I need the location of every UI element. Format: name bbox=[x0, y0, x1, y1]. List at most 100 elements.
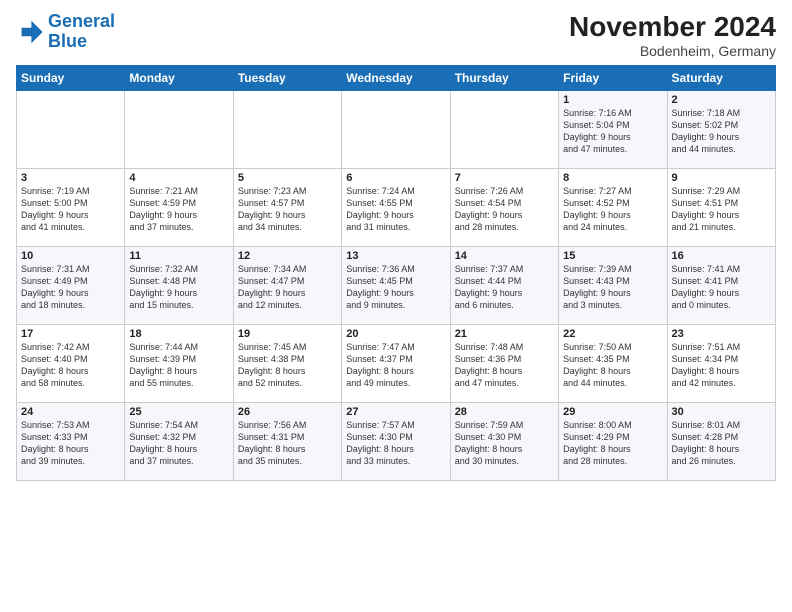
day-number: 16 bbox=[672, 250, 771, 262]
day-info: Sunrise: 7:59 AMSunset: 4:30 PMDaylight:… bbox=[455, 419, 554, 468]
calendar-cell bbox=[233, 90, 341, 168]
calendar-cell: 17Sunrise: 7:42 AMSunset: 4:40 PMDayligh… bbox=[17, 324, 125, 402]
weekday-header-sunday: Sunday bbox=[17, 65, 125, 90]
day-info: Sunrise: 7:24 AMSunset: 4:55 PMDaylight:… bbox=[346, 185, 445, 234]
day-number: 21 bbox=[455, 328, 554, 340]
day-info: Sunrise: 7:26 AMSunset: 4:54 PMDaylight:… bbox=[455, 185, 554, 234]
day-info: Sunrise: 7:54 AMSunset: 4:32 PMDaylight:… bbox=[129, 419, 228, 468]
calendar-cell bbox=[125, 90, 233, 168]
location: Bodenheim, Germany bbox=[569, 43, 776, 59]
day-number: 23 bbox=[672, 328, 771, 340]
calendar-cell: 3Sunrise: 7:19 AMSunset: 5:00 PMDaylight… bbox=[17, 168, 125, 246]
week-row-0: 1Sunrise: 7:16 AMSunset: 5:04 PMDaylight… bbox=[17, 90, 776, 168]
day-info: Sunrise: 7:19 AMSunset: 5:00 PMDaylight:… bbox=[21, 185, 120, 234]
day-number: 24 bbox=[21, 406, 120, 418]
day-info: Sunrise: 7:48 AMSunset: 4:36 PMDaylight:… bbox=[455, 341, 554, 390]
day-number: 11 bbox=[129, 250, 228, 262]
day-number: 6 bbox=[346, 172, 445, 184]
day-number: 1 bbox=[563, 94, 662, 106]
day-number: 17 bbox=[21, 328, 120, 340]
calendar-cell: 9Sunrise: 7:29 AMSunset: 4:51 PMDaylight… bbox=[667, 168, 775, 246]
calendar-cell: 4Sunrise: 7:21 AMSunset: 4:59 PMDaylight… bbox=[125, 168, 233, 246]
calendar-cell: 26Sunrise: 7:56 AMSunset: 4:31 PMDayligh… bbox=[233, 402, 341, 480]
calendar-cell: 22Sunrise: 7:50 AMSunset: 4:35 PMDayligh… bbox=[559, 324, 667, 402]
calendar-cell: 10Sunrise: 7:31 AMSunset: 4:49 PMDayligh… bbox=[17, 246, 125, 324]
calendar-cell: 16Sunrise: 7:41 AMSunset: 4:41 PMDayligh… bbox=[667, 246, 775, 324]
calendar-cell: 27Sunrise: 7:57 AMSunset: 4:30 PMDayligh… bbox=[342, 402, 450, 480]
day-number: 14 bbox=[455, 250, 554, 262]
day-info: Sunrise: 7:53 AMSunset: 4:33 PMDaylight:… bbox=[21, 419, 120, 468]
day-info: Sunrise: 7:16 AMSunset: 5:04 PMDaylight:… bbox=[563, 107, 662, 156]
calendar-cell: 8Sunrise: 7:27 AMSunset: 4:52 PMDaylight… bbox=[559, 168, 667, 246]
page: General Blue November 2024 Bodenheim, Ge… bbox=[0, 0, 792, 489]
day-number: 19 bbox=[238, 328, 337, 340]
weekday-header-saturday: Saturday bbox=[667, 65, 775, 90]
day-info: Sunrise: 7:41 AMSunset: 4:41 PMDaylight:… bbox=[672, 263, 771, 312]
day-info: Sunrise: 7:36 AMSunset: 4:45 PMDaylight:… bbox=[346, 263, 445, 312]
logo-line1: General bbox=[48, 11, 115, 31]
day-number: 26 bbox=[238, 406, 337, 418]
day-info: Sunrise: 7:27 AMSunset: 4:52 PMDaylight:… bbox=[563, 185, 662, 234]
day-info: Sunrise: 7:56 AMSunset: 4:31 PMDaylight:… bbox=[238, 419, 337, 468]
day-number: 28 bbox=[455, 406, 554, 418]
day-number: 4 bbox=[129, 172, 228, 184]
day-info: Sunrise: 7:21 AMSunset: 4:59 PMDaylight:… bbox=[129, 185, 228, 234]
calendar-cell bbox=[450, 90, 558, 168]
weekday-header-thursday: Thursday bbox=[450, 65, 558, 90]
week-row-1: 3Sunrise: 7:19 AMSunset: 5:00 PMDaylight… bbox=[17, 168, 776, 246]
calendar-table: SundayMondayTuesdayWednesdayThursdayFrid… bbox=[16, 65, 776, 481]
calendar-cell: 30Sunrise: 8:01 AMSunset: 4:28 PMDayligh… bbox=[667, 402, 775, 480]
day-info: Sunrise: 7:45 AMSunset: 4:38 PMDaylight:… bbox=[238, 341, 337, 390]
logo-line2: Blue bbox=[48, 31, 87, 51]
day-number: 3 bbox=[21, 172, 120, 184]
day-number: 2 bbox=[672, 94, 771, 106]
calendar-cell: 29Sunrise: 8:00 AMSunset: 4:29 PMDayligh… bbox=[559, 402, 667, 480]
day-info: Sunrise: 8:01 AMSunset: 4:28 PMDaylight:… bbox=[672, 419, 771, 468]
day-info: Sunrise: 7:39 AMSunset: 4:43 PMDaylight:… bbox=[563, 263, 662, 312]
weekday-header-friday: Friday bbox=[559, 65, 667, 90]
day-info: Sunrise: 7:31 AMSunset: 4:49 PMDaylight:… bbox=[21, 263, 120, 312]
day-number: 13 bbox=[346, 250, 445, 262]
calendar-cell: 23Sunrise: 7:51 AMSunset: 4:34 PMDayligh… bbox=[667, 324, 775, 402]
day-number: 12 bbox=[238, 250, 337, 262]
day-number: 10 bbox=[21, 250, 120, 262]
calendar-cell: 7Sunrise: 7:26 AMSunset: 4:54 PMDaylight… bbox=[450, 168, 558, 246]
day-info: Sunrise: 7:23 AMSunset: 4:57 PMDaylight:… bbox=[238, 185, 337, 234]
day-info: Sunrise: 7:50 AMSunset: 4:35 PMDaylight:… bbox=[563, 341, 662, 390]
calendar-cell: 21Sunrise: 7:48 AMSunset: 4:36 PMDayligh… bbox=[450, 324, 558, 402]
calendar-cell: 14Sunrise: 7:37 AMSunset: 4:44 PMDayligh… bbox=[450, 246, 558, 324]
logo-text: General Blue bbox=[48, 12, 115, 52]
day-number: 8 bbox=[563, 172, 662, 184]
month-title: November 2024 bbox=[569, 12, 776, 43]
calendar-cell: 6Sunrise: 7:24 AMSunset: 4:55 PMDaylight… bbox=[342, 168, 450, 246]
title-block: November 2024 Bodenheim, Germany bbox=[569, 12, 776, 59]
day-info: Sunrise: 7:44 AMSunset: 4:39 PMDaylight:… bbox=[129, 341, 228, 390]
weekday-header-tuesday: Tuesday bbox=[233, 65, 341, 90]
calendar-cell: 24Sunrise: 7:53 AMSunset: 4:33 PMDayligh… bbox=[17, 402, 125, 480]
calendar-cell: 15Sunrise: 7:39 AMSunset: 4:43 PMDayligh… bbox=[559, 246, 667, 324]
week-row-4: 24Sunrise: 7:53 AMSunset: 4:33 PMDayligh… bbox=[17, 402, 776, 480]
day-number: 9 bbox=[672, 172, 771, 184]
calendar-cell: 25Sunrise: 7:54 AMSunset: 4:32 PMDayligh… bbox=[125, 402, 233, 480]
calendar-cell: 1Sunrise: 7:16 AMSunset: 5:04 PMDaylight… bbox=[559, 90, 667, 168]
day-info: Sunrise: 7:29 AMSunset: 4:51 PMDaylight:… bbox=[672, 185, 771, 234]
calendar-cell: 12Sunrise: 7:34 AMSunset: 4:47 PMDayligh… bbox=[233, 246, 341, 324]
day-info: Sunrise: 7:47 AMSunset: 4:37 PMDaylight:… bbox=[346, 341, 445, 390]
day-number: 15 bbox=[563, 250, 662, 262]
day-number: 18 bbox=[129, 328, 228, 340]
calendar-cell: 2Sunrise: 7:18 AMSunset: 5:02 PMDaylight… bbox=[667, 90, 775, 168]
day-number: 7 bbox=[455, 172, 554, 184]
calendar-cell: 11Sunrise: 7:32 AMSunset: 4:48 PMDayligh… bbox=[125, 246, 233, 324]
day-number: 25 bbox=[129, 406, 228, 418]
day-number: 27 bbox=[346, 406, 445, 418]
weekday-header-wednesday: Wednesday bbox=[342, 65, 450, 90]
day-info: Sunrise: 7:51 AMSunset: 4:34 PMDaylight:… bbox=[672, 341, 771, 390]
day-info: Sunrise: 8:00 AMSunset: 4:29 PMDaylight:… bbox=[563, 419, 662, 468]
calendar-cell bbox=[17, 90, 125, 168]
calendar-cell: 13Sunrise: 7:36 AMSunset: 4:45 PMDayligh… bbox=[342, 246, 450, 324]
day-number: 5 bbox=[238, 172, 337, 184]
calendar-cell: 5Sunrise: 7:23 AMSunset: 4:57 PMDaylight… bbox=[233, 168, 341, 246]
weekday-header-row: SundayMondayTuesdayWednesdayThursdayFrid… bbox=[17, 65, 776, 90]
calendar-cell: 20Sunrise: 7:47 AMSunset: 4:37 PMDayligh… bbox=[342, 324, 450, 402]
day-info: Sunrise: 7:32 AMSunset: 4:48 PMDaylight:… bbox=[129, 263, 228, 312]
